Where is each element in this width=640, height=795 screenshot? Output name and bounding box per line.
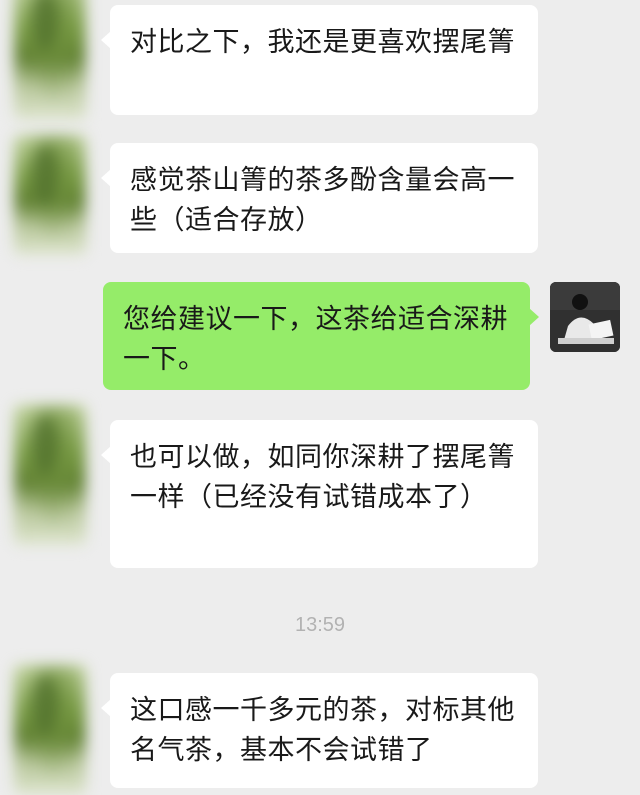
message-timestamp: 13:59 <box>294 614 346 636</box>
message-bubble-incoming[interactable]: 这口感一千多元的茶，对标其他名气茶，基本不会试错了 <box>101 673 538 788</box>
message-text: 感觉茶山箐的茶多酚含量会高一些（适合存放） <box>130 165 515 236</box>
message-bubble-incoming[interactable]: 对比之下，我还是更喜欢摆尾箐 <box>101 5 538 115</box>
message-text: 您给建议一下，这茶给适合深耕一下。 <box>123 304 508 375</box>
message-bubble-incoming[interactable]: 感觉茶山箐的茶多酚含量会高一些（适合存放） <box>101 143 538 253</box>
user-photo-avatar-icon <box>550 282 620 352</box>
message-bubble-outgoing[interactable]: 您给建议一下，这茶给适合深耕一下。 <box>103 282 539 390</box>
message-text: 对比之下，我还是更喜欢摆尾箐 <box>130 27 515 58</box>
contact-avatar-icon[interactable] <box>14 0 86 120</box>
chat-message-list[interactable]: 对比之下，我还是更喜欢摆尾箐 感觉茶山箐的茶多酚含量会高一些（适合存放） 您给建… <box>0 0 640 795</box>
contact-avatar-icon[interactable] <box>14 665 86 795</box>
own-avatar-icon[interactable] <box>550 282 620 352</box>
contact-avatar-icon[interactable] <box>14 405 86 545</box>
contact-avatar-icon[interactable] <box>14 135 86 255</box>
message-bubble-incoming[interactable]: 也可以做，如同你深耕了摆尾箐一样（已经没有试错成本了） <box>101 420 538 568</box>
message-text: 这口感一千多元的茶，对标其他名气茶，基本不会试错了 <box>130 695 515 766</box>
message-text: 也可以做，如同你深耕了摆尾箐一样（已经没有试错成本了） <box>130 442 515 513</box>
